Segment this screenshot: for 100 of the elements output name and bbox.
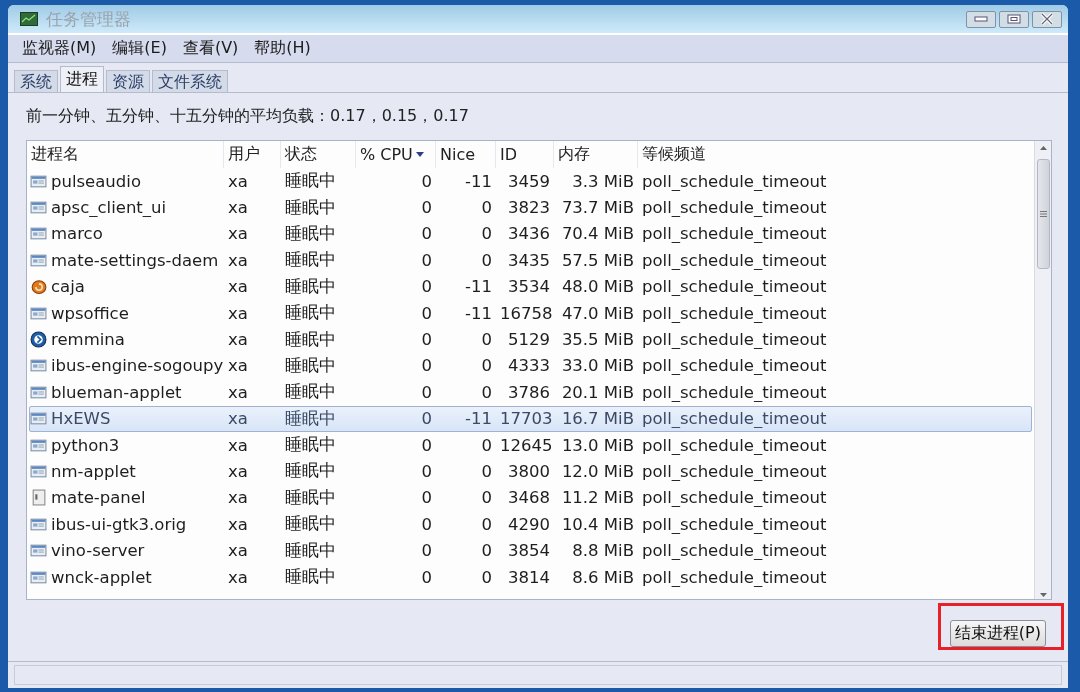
table-cell-text: 睡眠中 [284,196,337,219]
minimize-button[interactable] [966,10,996,28]
table-cell-text: 48.0 MiB [560,277,635,297]
column-header[interactable]: 状态 [280,141,355,168]
close-button[interactable] [1032,10,1062,28]
table-cell-text: 3435 [507,250,551,270]
table-cell-text: xa [227,488,249,508]
table-cell-text: 0 [480,198,493,218]
table-cell-text: 0 [420,224,433,244]
scroll-up-icon[interactable] [1038,144,1048,153]
tab[interactable]: 系统 [14,70,58,92]
column-header[interactable]: 进程名 [27,141,223,168]
table-cell-text: 睡眠中 [284,354,337,377]
table-cell-text: poll_schedule_timeout [641,435,828,455]
scroll-thumb[interactable] [1036,159,1050,269]
table-cell-text: 0 [420,462,433,481]
table-cell-text: xa [227,224,249,244]
column-header[interactable]: 用户 [223,141,280,168]
end-process-button[interactable]: 结束进程(P) [949,620,1046,647]
table-cell-text: 13.0 MiB [560,435,635,455]
tab[interactable]: 文件系统 [152,70,228,92]
process-row[interactable]: apsc_client_ui xa 睡眠中 0 0 3823 73.7 MiB poll_schedule_timeout [29,194,1032,221]
scroll-down-icon[interactable] [1038,590,1048,599]
column-header[interactable]: ID [495,141,553,168]
column-header[interactable]: 等候频道 [637,141,1027,168]
table-cell-text: poll_schedule_timeout [641,382,828,402]
table-cell-text: 35.5 MiB [560,330,635,350]
tab[interactable]: 进程 [60,66,104,92]
table-cell-text: 睡眠中 [284,486,337,509]
table-cell-text: 20.1 MiB [560,382,635,402]
table-cell: mate-settings-daem [51,250,219,270]
table-cell-text: 57.5 MiB [560,250,635,270]
table-cell-text: 16758 [499,303,554,323]
table-cell: wnck-applet [51,567,152,587]
process-row[interactable]: caja xa 睡眠中 0 -11 3534 48.0 MiB poll_schedule_timeout [29,273,1032,300]
process-row[interactable]: HxEWS xa 睡眠中 0 -11 17703 16.7 MiB poll_schedule_timeout [29,405,1032,432]
table-cell-text: 3468 [507,488,551,508]
table-cell-text: 0 [420,330,433,350]
table-cell-text: 10.4 MiB [560,514,635,534]
scrollbar[interactable] [1034,141,1051,599]
table-cell-text: 3823 [507,198,551,218]
table-cell-text: -11 [464,303,493,323]
process-row[interactable]: wnck-applet xa 睡眠中 0 0 3814 8.6 MiB poll_schedule_timeout [29,563,1032,591]
tab[interactable]: 资源 [106,70,150,92]
process-row[interactable]: pulseaudio xa 睡眠中 0 -11 3459 3.3 MiB poll_schedule_timeout [29,168,1032,195]
table-cell-text: poll_schedule_timeout [641,567,828,587]
table-cell-text: poll_schedule_timeout [641,514,828,534]
table-cell-text: 0 [420,409,433,429]
shell-icon [30,278,47,296]
table-cell-text: poll_schedule_timeout [641,330,828,350]
table-cell-text: 3814 [507,567,551,587]
table-cell-text: xa [227,198,249,218]
menu-item[interactable]: 查看(V) [182,38,239,59]
table-cell: caja [51,277,85,297]
process-row[interactable]: mate-panel xa 睡眠中 0 0 3468 11.2 MiB poll_schedule_timeout [29,484,1032,512]
process-row[interactable]: vino-server xa 睡眠中 0 0 3854 8.8 MiB poll_schedule_timeout [29,537,1032,564]
table-cell: apsc_client_ui [51,198,167,218]
column-header[interactable]: Nice [435,141,495,168]
menu-item[interactable]: 编辑(E) [112,38,167,59]
process-row[interactable]: remmina xa 睡眠中 0 0 5129 35.5 MiB poll_schedule_timeout [29,326,1032,353]
table-cell-text: xa [227,330,249,350]
table-cell-text: xa [227,303,249,323]
table-cell-text: poll_schedule_timeout [641,250,828,270]
menu-item[interactable]: 监视器(M) [22,38,97,59]
table-cell-text: xa [227,356,249,376]
process-row[interactable]: ibus-engine-sogoupy xa 睡眠中 0 0 4333 33.0 MiB poll_schedule_timeout [29,352,1032,380]
table-cell-text: 3459 [507,171,551,191]
process-row[interactable]: python3 xa 睡眠中 0 0 12645 13.0 MiB poll_schedule_timeout [29,431,1032,459]
table-cell-text: 睡眠中 [284,513,337,536]
table-cell: ibus-engine-sogoupy [51,356,224,376]
table-cell-text: 47.0 MiB [560,303,635,323]
table-cell-text: 睡眠中 [284,249,337,272]
table-cell-text: 0 [420,198,433,218]
column-header[interactable]: % CPU [355,141,435,168]
table-cell-text: -11 [464,171,493,191]
table-cell-text: 0 [420,277,433,297]
table-cell-text: 0 [420,303,433,323]
table-cell-text: 睡眠中 [284,407,337,430]
table-cell-text: xa [227,541,249,561]
table-cell-text: poll_schedule_timeout [641,171,828,191]
table-cell-text: poll_schedule_timeout [641,277,828,297]
maximize-button[interactable] [999,10,1029,28]
table-cell-text: poll_schedule_timeout [641,462,828,481]
process-row[interactable]: blueman-applet xa 睡眠中 0 0 3786 20.1 MiB poll_schedule_timeout [29,379,1032,406]
sort-arrow-icon [415,152,424,157]
table-cell-text: 12.0 MiB [560,462,635,481]
column-header[interactable]: 内存 [553,141,637,168]
table-cell-text: 0 [420,435,433,455]
process-row[interactable]: wpsoffice xa 睡眠中 0 -11 16758 47.0 MiB poll_schedule_timeout [29,299,1032,327]
table-cell-text: 11.2 MiB [560,488,635,508]
process-row[interactable]: marco xa 睡眠中 0 0 3436 70.4 MiB poll_schedule_timeout [29,220,1032,248]
process-row[interactable]: ibus-ui-gtk3.orig xa 睡眠中 0 0 4290 10.4 MiB poll_schedule_timeout [29,511,1032,538]
table-cell-text: xa [227,250,249,270]
process-row[interactable]: mate-settings-daem xa 睡眠中 0 0 3435 57.5 MiB poll_schedule_timeout [29,247,1032,274]
table-cell-text: -11 [464,277,493,297]
menu-item[interactable]: 帮助(H) [254,38,311,59]
table-cell-text: 0 [420,171,433,191]
process-row[interactable]: nm-applet xa 睡眠中 0 0 3800 12.0 MiB poll_schedule_timeout [29,458,1032,485]
table-cell-text: 3534 [507,277,551,297]
table-cell-text: 17703 [499,409,554,429]
